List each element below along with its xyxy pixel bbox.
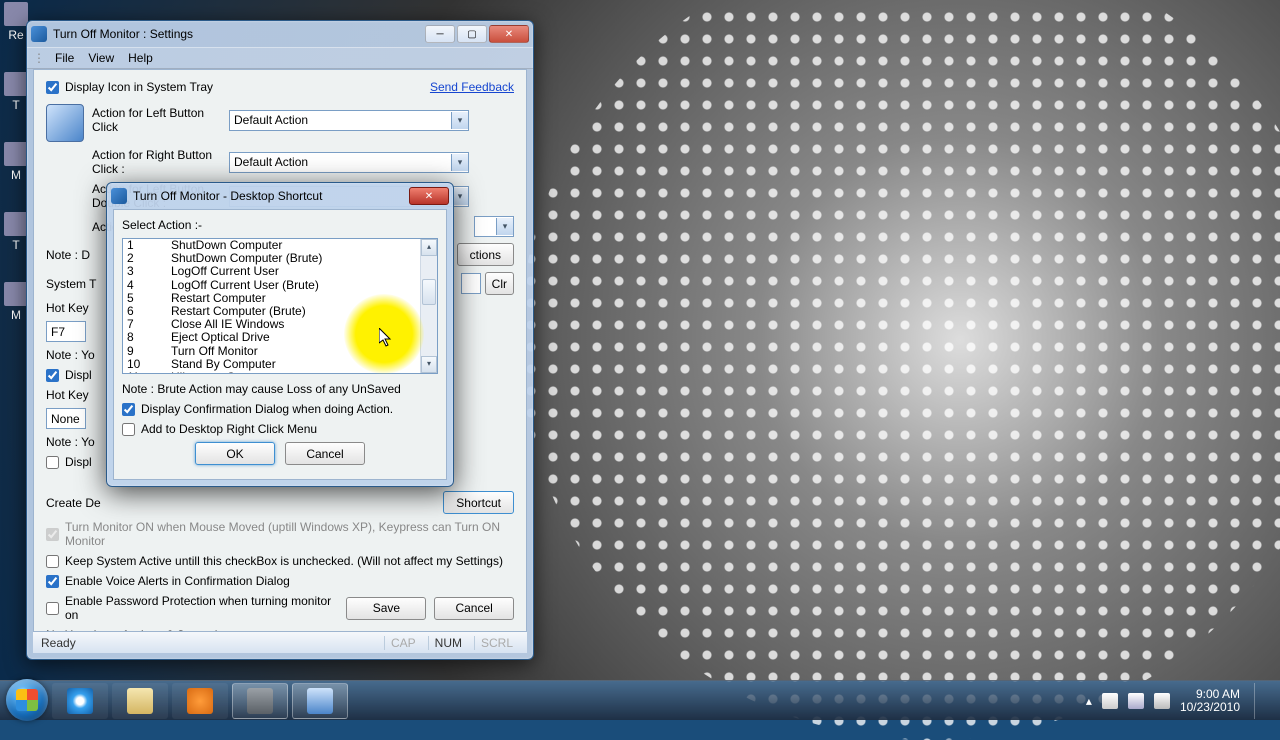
- menu-help[interactable]: Help: [128, 51, 153, 65]
- display-partial-checkbox[interactable]: Displ: [46, 368, 92, 382]
- minimize-button[interactable]: ─: [425, 25, 455, 43]
- chevron-down-icon: ▾: [496, 218, 513, 235]
- scroll-thumb[interactable]: [422, 279, 436, 305]
- status-cap: CAP: [384, 636, 422, 650]
- small-field[interactable]: [461, 273, 481, 294]
- app1-icon: [247, 688, 273, 714]
- status-ready: Ready: [41, 636, 76, 650]
- note-brute: Note : Brute Action may cause Loss of an…: [122, 382, 401, 396]
- taskbar-clock[interactable]: 9:00 AM 10/23/2010: [1180, 688, 1240, 714]
- scrollbar[interactable]: ▴ ▾: [420, 239, 437, 373]
- status-scrl: SCRL: [474, 636, 519, 650]
- tray-network-icon[interactable]: [1128, 693, 1144, 709]
- taskbar-ie[interactable]: [52, 683, 108, 719]
- send-feedback-link[interactable]: Send Feedback: [430, 80, 514, 94]
- list-item[interactable]: 4LogOff Current User (Brute): [123, 279, 420, 292]
- clr-button[interactable]: Clr: [485, 272, 514, 295]
- display-partial-checkbox2[interactable]: Displ: [46, 455, 92, 469]
- note-yo: Note : Yo: [46, 348, 95, 362]
- dialog-cancel-button[interactable]: Cancel: [285, 442, 365, 465]
- statusbar: Ready CAP NUM SCRL: [33, 631, 527, 653]
- taskbar-wmp[interactable]: [172, 683, 228, 719]
- explorer-icon: [127, 688, 153, 714]
- dialog-close-button[interactable]: ✕: [409, 187, 449, 205]
- close-button[interactable]: ✕: [489, 25, 529, 43]
- taskbar-explorer[interactable]: [112, 683, 168, 719]
- taskbar-app2[interactable]: [292, 683, 348, 719]
- dialog-title: Turn Off Monitor - Desktop Shortcut: [133, 189, 409, 203]
- hotkey2-field[interactable]: [46, 408, 86, 429]
- scroll-down-button[interactable]: ▾: [421, 356, 437, 373]
- left-click-label: Action for Left Button Click: [92, 106, 229, 134]
- hotkey-label: Hot Key: [46, 301, 89, 315]
- tray-chevron-icon[interactable]: ▴: [1086, 694, 1092, 708]
- cursor-arrow-icon: [379, 328, 395, 348]
- save-button[interactable]: Save: [346, 597, 426, 620]
- taskbar: ▴ 9:00 AM 10/23/2010: [0, 680, 1280, 720]
- taskbar-app1[interactable]: [232, 683, 288, 719]
- app-icon: [31, 26, 47, 42]
- show-desktop-button[interactable]: [1254, 683, 1268, 719]
- window-title: Turn Off Monitor : Settings: [53, 27, 425, 41]
- note-yo2: Note : Yo: [46, 435, 95, 449]
- tray-action-center-icon[interactable]: [1102, 693, 1118, 709]
- monitor-icon: [46, 104, 84, 142]
- note-d: Note : D: [46, 248, 90, 262]
- rightclick-menu-checkbox[interactable]: Add to Desktop Right Click Menu: [122, 422, 317, 436]
- dialog-icon: [111, 188, 127, 204]
- partial-select[interactable]: ▾: [474, 216, 514, 237]
- keep-active-checkbox[interactable]: Keep System Active untill this checkBox …: [46, 554, 503, 568]
- wmp-icon: [187, 688, 213, 714]
- left-click-select[interactable]: Default Action▾: [229, 110, 469, 131]
- menu-view[interactable]: View: [88, 51, 114, 65]
- create-d-label: Create De: [46, 496, 101, 510]
- titlebar[interactable]: Turn Off Monitor : Settings ─ ▢ ✕: [27, 21, 533, 47]
- dialog-client: Select Action :- 1ShutDown Computer2Shut…: [113, 209, 447, 480]
- maximize-button[interactable]: ▢: [457, 25, 487, 43]
- dialog-titlebar[interactable]: Turn Off Monitor - Desktop Shortcut ✕: [107, 183, 453, 209]
- mouse-moved-checkbox[interactable]: Turn Monitor ON when Mouse Moved (uptill…: [46, 520, 514, 548]
- app2-icon: [307, 688, 333, 714]
- right-click-select[interactable]: Default Action▾: [229, 152, 469, 173]
- menu-file[interactable]: File: [55, 51, 74, 65]
- shortcut-dialog: Turn Off Monitor - Desktop Shortcut ✕ Se…: [106, 182, 454, 487]
- confirm-dialog-checkbox[interactable]: Display Confirmation Dialog when doing A…: [122, 402, 393, 416]
- start-button[interactable]: [6, 679, 48, 721]
- shortcut-button[interactable]: Shortcut: [443, 491, 514, 514]
- hotkey-field[interactable]: [46, 321, 86, 342]
- ie-icon: [67, 688, 93, 714]
- menubar: ⋮ File View Help: [27, 47, 533, 69]
- list-item[interactable]: 8Eject Optical Drive: [123, 331, 420, 344]
- ok-button[interactable]: OK: [195, 442, 275, 465]
- hotkey2-label: Hot Key: [46, 388, 89, 402]
- display-tray-checkbox[interactable]: Display Icon in System Tray: [46, 80, 213, 94]
- list-item[interactable]: 11Hibernate Computer: [123, 371, 420, 373]
- chevron-down-icon: ▾: [451, 112, 468, 129]
- chevron-down-icon: ▾: [451, 154, 468, 171]
- tray-volume-icon[interactable]: [1154, 693, 1170, 709]
- scroll-up-button[interactable]: ▴: [421, 239, 437, 256]
- right-click-label: Action for Right Button Click :: [92, 148, 229, 176]
- select-action-label: Select Action :-: [122, 218, 202, 232]
- action-listbox[interactable]: 1ShutDown Computer2ShutDown Computer (Br…: [122, 238, 438, 374]
- system-t-label: System T: [46, 277, 96, 291]
- system-tray: ▴ 9:00 AM 10/23/2010: [1086, 683, 1274, 719]
- actions-button[interactable]: ctions: [457, 243, 514, 266]
- list-item[interactable]: 3LogOff Current User: [123, 265, 420, 278]
- voice-alerts-checkbox[interactable]: Enable Voice Alerts in Confirmation Dial…: [46, 574, 290, 588]
- list-item[interactable]: 9Turn Off Monitor: [123, 345, 420, 358]
- cancel-button[interactable]: Cancel: [434, 597, 514, 620]
- status-num: NUM: [428, 636, 468, 650]
- password-checkbox[interactable]: Enable Password Protection when turning …: [46, 594, 346, 622]
- list-item[interactable]: 7Close All IE Windows: [123, 318, 420, 331]
